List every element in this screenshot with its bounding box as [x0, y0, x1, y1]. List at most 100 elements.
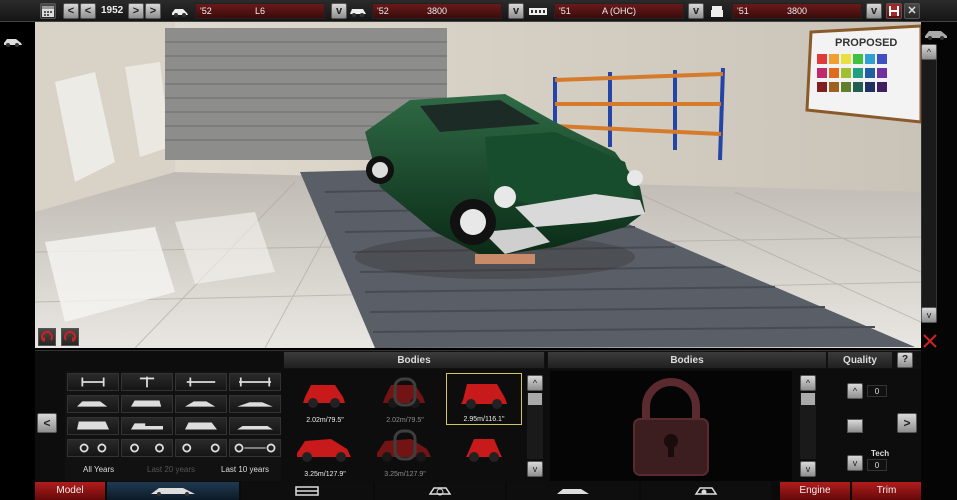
tech-value: 0 — [867, 459, 887, 471]
model-field-value: L6 — [254, 6, 265, 16]
nav-interior-step[interactable] — [507, 482, 639, 500]
lock-icon — [633, 378, 709, 476]
chassis-monocoque-icon[interactable] — [121, 373, 173, 391]
body-suv-icon[interactable] — [175, 417, 227, 435]
bodies-scroll-up[interactable]: ^ — [527, 375, 543, 391]
scroll-up-button[interactable]: ^ — [921, 44, 937, 60]
rotate-left-icon[interactable] — [38, 328, 56, 346]
body-wagon-icon[interactable] — [121, 395, 173, 413]
trim-field: '51 3800 — [732, 3, 862, 19]
model-field: '52 L6 — [195, 3, 325, 19]
body-sedan-icon[interactable] — [67, 395, 119, 413]
help-button[interactable]: ? — [897, 352, 913, 368]
trim-dropdown-button[interactable]: v — [866, 3, 882, 19]
year-first-button[interactable]: < — [63, 3, 79, 19]
help-area: ? — [893, 351, 921, 369]
tech-label: Tech — [871, 449, 890, 458]
body-thumb-5[interactable]: 3.25m/127.9" — [367, 427, 443, 479]
family-field: '52 3800 — [372, 3, 502, 19]
year-last-button[interactable]: > — [145, 3, 161, 19]
prev-page-button[interactable]: < — [37, 413, 57, 433]
wheelbase-long-icon[interactable] — [175, 439, 227, 457]
car-body-icon — [151, 488, 195, 496]
wheelbase-short-icon[interactable] — [67, 439, 119, 457]
trim-field-value: 3800 — [786, 6, 808, 16]
quality-header: Quality — [827, 351, 893, 369]
body-convertible-icon[interactable] — [229, 417, 281, 435]
body-sports-icon[interactable] — [229, 395, 281, 413]
calendar-icon[interactable] — [40, 3, 56, 19]
car-settings-icon[interactable] — [921, 26, 955, 44]
head-field: '51 A (OHC) — [554, 3, 684, 19]
preview-scroll-up[interactable]: ^ — [800, 375, 816, 391]
bodies-scroll-thumb[interactable] — [528, 393, 542, 405]
chassis-beam-icon[interactable] — [229, 373, 281, 391]
body-pickup-icon[interactable] — [121, 417, 173, 435]
body-thumb-4[interactable]: 3.25m/127.9" — [287, 427, 363, 479]
bodies-left-header: Bodies — [283, 351, 545, 369]
disable-icon[interactable] — [921, 332, 939, 350]
rotate-right-icon[interactable] — [61, 328, 79, 346]
garage-viewport[interactable]: PROPOSED — [35, 22, 921, 348]
nav-fixtures-step[interactable] — [641, 482, 771, 500]
save-icon[interactable] — [886, 3, 902, 19]
body-thumb-3-caption: 2.95m/116.1" — [463, 416, 505, 423]
body-thumb-2[interactable]: 2.02m/79.5" — [367, 373, 443, 425]
nav-chassis-step[interactable] — [241, 482, 373, 500]
nav-engine[interactable]: Engine — [780, 482, 850, 500]
filter-grid: All Years Last 20 years Last 10 years — [65, 371, 281, 481]
chassis-spaceframe-icon[interactable] — [175, 373, 227, 391]
body-thumb-1[interactable]: 2.02m/79.5" — [287, 373, 363, 425]
car-family-icon — [348, 4, 368, 18]
preview-scrollbar[interactable] — [800, 393, 816, 459]
scroll-down-button[interactable]: v — [921, 307, 937, 323]
engine-block-icon — [527, 4, 547, 18]
bottom-navigation: Model Engine Trim — [35, 482, 921, 500]
quality-down-button[interactable]: v — [847, 455, 863, 471]
nav-model[interactable]: Model — [35, 482, 105, 500]
car-side-icon — [557, 489, 589, 494]
wheelbase-medium-icon[interactable] — [121, 439, 173, 457]
chassis-icon — [295, 486, 319, 496]
family-dropdown-button[interactable]: v — [508, 3, 524, 19]
body-thumb-1-caption: 2.02m/79.5" — [306, 417, 344, 424]
year-display: 1952 — [101, 5, 124, 16]
app-root: < < 1952 > > '52 L6 v '52 3800 v '51 A (… — [0, 0, 957, 500]
nav-trim[interactable]: Trim — [852, 482, 921, 500]
top-toolbar: < < 1952 > > '52 L6 v '52 3800 v '51 A (… — [0, 0, 957, 22]
filter-last-10[interactable]: Last 10 years — [221, 465, 269, 474]
preview-scroll-down[interactable]: v — [800, 461, 816, 477]
preview-scroll-thumb[interactable] — [801, 393, 815, 405]
suspension-icon — [428, 487, 452, 496]
quality-up-button[interactable]: ^ — [847, 383, 863, 399]
body-thumb-3-selected[interactable]: 2.95m/116.1" — [446, 373, 522, 425]
body-coupe-icon[interactable] — [175, 395, 227, 413]
quality-value: 0 — [867, 385, 887, 397]
vertical-scrollbar[interactable] — [921, 50, 937, 320]
bodies-right-header: Bodies — [547, 351, 827, 369]
wheelbase-xlong-icon[interactable] — [229, 439, 281, 457]
body-van-icon[interactable] — [67, 417, 119, 435]
head-dropdown-button[interactable]: v — [688, 3, 704, 19]
body-thumb-5-caption: 3.25m/127.9" — [384, 471, 426, 478]
filter-last-20[interactable]: Last 20 years — [147, 465, 195, 474]
body-thumb-6[interactable] — [446, 427, 522, 479]
chassis-ladder-icon[interactable] — [67, 373, 119, 391]
left-sidebar — [0, 22, 35, 348]
headlight-icon — [694, 487, 718, 495]
close-icon[interactable]: ✕ — [904, 3, 920, 19]
next-page-button[interactable]: > — [897, 413, 917, 433]
bodies-scrollbar[interactable] — [527, 393, 543, 459]
nav-suspension-step[interactable] — [375, 482, 505, 500]
car-view-icon[interactable] — [2, 34, 24, 52]
nav-body-step[interactable] — [107, 482, 239, 500]
model-dropdown-button[interactable]: v — [331, 3, 347, 19]
quality-slider-handle[interactable] — [847, 419, 863, 433]
locked-preview — [550, 371, 792, 481]
filter-all-years[interactable]: All Years — [83, 465, 114, 474]
bodies-scroll-down[interactable]: v — [527, 461, 543, 477]
year-next-button[interactable]: > — [128, 3, 144, 19]
year-prev-button[interactable]: < — [80, 3, 96, 19]
family-field-value: 3800 — [426, 6, 448, 16]
engine-trim-icon — [707, 4, 727, 18]
